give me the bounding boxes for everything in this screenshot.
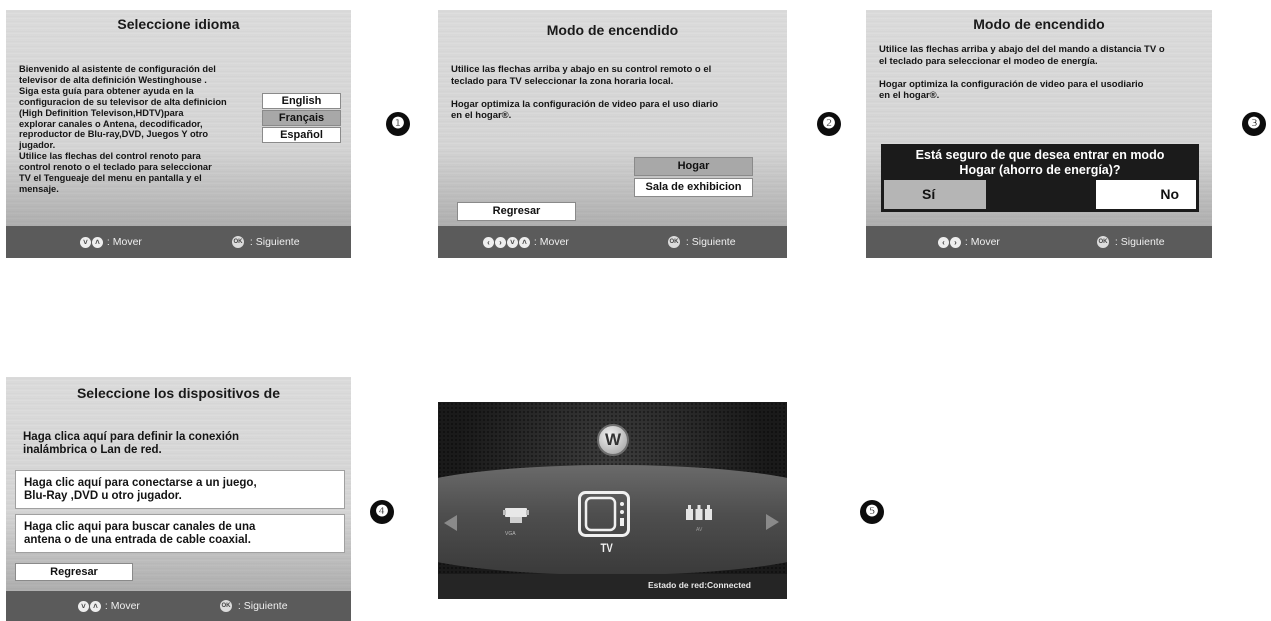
step-number: ❷ xyxy=(822,115,836,132)
step-badge-5: ❺ xyxy=(860,500,884,524)
footer-next-label: : Siguiente xyxy=(249,236,300,248)
back-button[interactable]: Regresar xyxy=(457,202,576,221)
step-number: ❹ xyxy=(375,503,389,520)
chevron-left-icon: ‹ xyxy=(938,236,949,248)
ok-button-icon: OK xyxy=(220,600,232,613)
footer-next-label: : Siguiente xyxy=(685,236,736,248)
chevron-right-icon: › xyxy=(495,236,506,248)
arrow-left-icon[interactable] xyxy=(444,515,458,531)
footer-move-label: : Mover xyxy=(106,236,142,248)
screen-title: Modo de encendido xyxy=(973,16,1105,32)
westinghouse-logo: W xyxy=(597,424,629,456)
screen-tv-home: W VGA TV AV Estado de red:Connected xyxy=(438,402,787,599)
logo-letter: W xyxy=(604,430,622,449)
ok-button-icon: OK xyxy=(668,236,680,249)
footer-move-label: : Mover xyxy=(964,236,1000,248)
chevron-down-icon: ˅ xyxy=(78,600,89,612)
instruction-text: Utilice las flechas arriba y abajo del d… xyxy=(879,44,1165,101)
tv-input-icon[interactable] xyxy=(578,491,630,537)
footer-bar: ‹ › : Mover OK : Siguiente xyxy=(866,226,1212,258)
screen-title: Modo de encendido xyxy=(546,22,679,38)
step-number: ❸ xyxy=(1247,115,1261,132)
chevron-left-icon: ‹ xyxy=(483,236,494,248)
footer-move-label: : Mover xyxy=(104,600,140,612)
step-number: ❺ xyxy=(865,503,879,520)
av-input-icon[interactable] xyxy=(685,505,713,521)
step-badge-1: ❶ xyxy=(386,112,410,136)
no-button[interactable]: No xyxy=(1096,180,1196,209)
network-status: Estado de red:Connected xyxy=(648,580,751,590)
footer-move-hint: ˅ ˄ : Mover xyxy=(78,600,140,612)
screen-title: Seleccione los dispositivos de xyxy=(76,385,281,401)
instruction-text: Utilice las flechas arriba y abajo en su… xyxy=(451,64,719,121)
chevron-up-icon: ˄ xyxy=(90,600,101,612)
footer-bar: ‹ › ˅ ˄ : Mover OK : Siguiente xyxy=(438,226,787,258)
footer-next-label: : Siguiente xyxy=(237,600,288,612)
footer-move-hint: ‹ › : Mover xyxy=(938,236,1000,248)
footer-next-hint: OK : Siguiente xyxy=(232,236,300,249)
footer-next-hint: OK : Siguiente xyxy=(1097,236,1165,249)
back-button[interactable]: Regresar xyxy=(15,563,133,581)
yes-button[interactable]: Sí xyxy=(884,180,986,209)
ok-button-icon: OK xyxy=(232,236,244,249)
av-label: AV xyxy=(696,527,703,533)
confirm-dialog: Está seguro de que desea entrar en modo … xyxy=(881,144,1199,212)
option-network-connection[interactable]: Haga clica aquí para definir la conexión… xyxy=(15,425,345,463)
option-hogar[interactable]: Hogar xyxy=(634,157,753,176)
footer-move-hint: ˅ ˄ : Mover xyxy=(80,236,142,248)
ok-button-icon: OK xyxy=(1097,236,1109,249)
option-antenna-cable[interactable]: Haga clic aqui para buscar canales de un… xyxy=(15,514,345,553)
option-sala-de-exhibicion[interactable]: Sala de exhibicion xyxy=(634,178,753,197)
dialog-message: Está seguro de que desea entrar en modo … xyxy=(915,148,1165,177)
screen-power-mode: Modo de encendido Utilice las flechas ar… xyxy=(438,10,787,258)
screen-device-select: Seleccione los dispositivos de Haga clic… xyxy=(6,377,351,621)
option-francais[interactable]: Français xyxy=(262,110,341,126)
option-english[interactable]: English xyxy=(262,93,341,109)
tv-label: TV xyxy=(600,541,613,555)
chevron-right-icon: › xyxy=(950,236,961,248)
footer-move-label: : Mover xyxy=(533,236,569,248)
vga-input-icon[interactable] xyxy=(503,504,529,526)
step-number: ❶ xyxy=(391,115,405,132)
footer-move-hint: ‹ › ˅ ˄ : Mover xyxy=(483,236,569,248)
footer-bar: ˅ ˄ : Mover OK : Siguiente xyxy=(6,591,351,621)
footer-next-hint: OK : Siguiente xyxy=(668,236,736,249)
step-badge-4: ❹ xyxy=(370,500,394,524)
option-game-player[interactable]: Haga clic aquí para conectarse a un jueg… xyxy=(15,470,345,509)
vga-label: VGA xyxy=(505,531,516,537)
screen-title: Seleccione idioma xyxy=(117,16,240,32)
option-espanol[interactable]: Español xyxy=(262,127,341,143)
chevron-up-icon: ˄ xyxy=(519,236,530,248)
arrow-right-icon[interactable] xyxy=(766,514,780,530)
chevron-up-icon: ˄ xyxy=(92,236,103,248)
step-badge-2: ❷ xyxy=(817,112,841,136)
welcome-text: Bienvenido al asistente de configuración… xyxy=(19,64,227,194)
chevron-down-icon: ˅ xyxy=(507,236,518,248)
footer-next-hint: OK : Siguiente xyxy=(220,600,288,613)
screen-power-mode-confirm: Modo de encendido Utilice las flechas ar… xyxy=(866,10,1212,258)
footer-bar: ˅ ˄ : Mover OK : Siguiente xyxy=(6,226,351,258)
screen-language-select: Seleccione idioma Bienvenido al asistent… xyxy=(6,10,351,258)
step-badge-3: ❸ xyxy=(1242,112,1266,136)
footer-next-label: : Siguiente xyxy=(1114,236,1165,248)
chevron-down-icon: ˅ xyxy=(80,236,91,248)
